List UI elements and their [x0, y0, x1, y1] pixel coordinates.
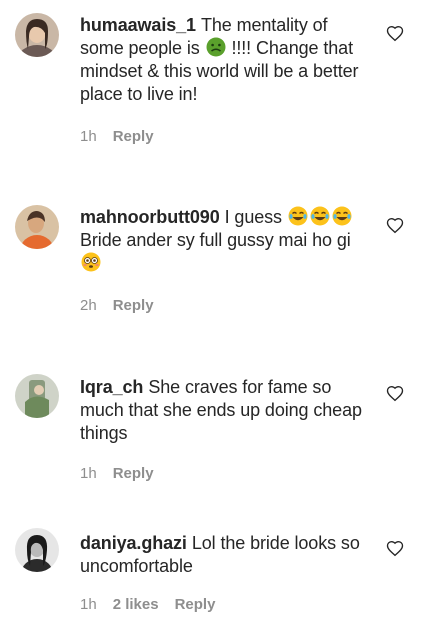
comment-message: I guess	[224, 207, 282, 227]
comment-meta: 2h Reply	[80, 296, 154, 316]
reply-button[interactable]: Reply	[113, 464, 154, 484]
comment-text: Iqra_ch She craves for fame so much that …	[80, 376, 370, 445]
heart-outline-icon[interactable]	[386, 540, 404, 558]
avatar[interactable]	[15, 374, 59, 418]
comment-text: mahnoorbutt090 I guess Bride ander sy ful…	[80, 206, 370, 275]
reply-button[interactable]: Reply	[113, 127, 154, 147]
nauseated-face-emoji	[206, 37, 226, 57]
heart-outline-icon[interactable]	[386, 217, 404, 235]
comment-username[interactable]: humaawais_1	[80, 15, 196, 35]
comment-meta: 1h Reply	[80, 464, 154, 484]
comment-message-continued: Bride ander sy full gussy mai ho gi	[80, 230, 351, 250]
comment-time: 1h	[80, 128, 97, 145]
avatar[interactable]	[15, 528, 59, 572]
comment-username[interactable]: Iqra_ch	[80, 377, 143, 397]
comment-text: daniya.ghazi Lol the bride looks so uncom…	[80, 532, 370, 578]
comment-text: humaawais_1 The mentality of some people …	[80, 14, 370, 106]
avatar[interactable]	[15, 13, 59, 57]
comment-time: 1h	[80, 596, 97, 613]
tears-of-joy-emoji	[288, 206, 308, 226]
flushed-face-emoji	[81, 252, 101, 272]
comment-meta: 1h Reply	[80, 127, 154, 147]
likes-count-button[interactable]: 2 likes	[113, 595, 159, 615]
reply-button[interactable]: Reply	[175, 595, 216, 615]
comment-time: 2h	[80, 297, 97, 314]
tears-of-joy-emoji	[310, 206, 330, 226]
avatar[interactable]	[15, 205, 59, 249]
comment-time: 1h	[80, 465, 97, 482]
comment-meta: 1h 2 likes Reply	[80, 595, 215, 615]
heart-outline-icon[interactable]	[386, 385, 404, 403]
comment-username[interactable]: mahnoorbutt090	[80, 207, 220, 227]
reply-button[interactable]: Reply	[113, 296, 154, 316]
heart-outline-icon[interactable]	[386, 25, 404, 43]
tears-of-joy-emoji	[332, 206, 352, 226]
comment-username[interactable]: daniya.ghazi	[80, 533, 187, 553]
